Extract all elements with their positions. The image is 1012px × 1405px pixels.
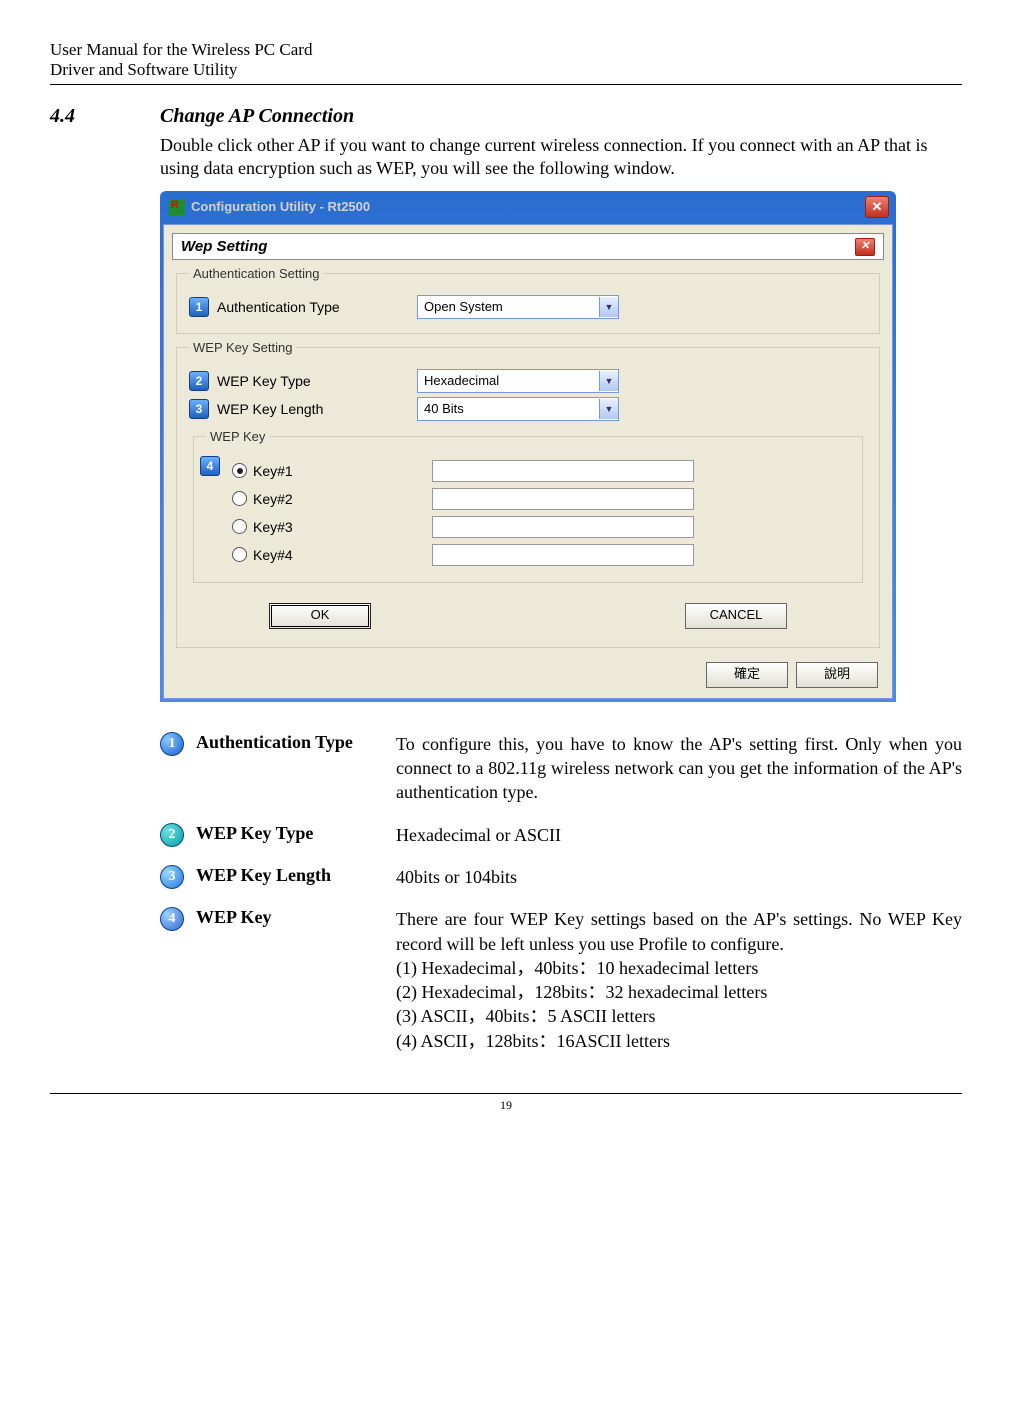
desc-label-4: WEP Key	[196, 907, 396, 1053]
page-number: 19	[50, 1098, 962, 1113]
desc-text-4-main: There are four WEP Key settings based on…	[396, 909, 962, 953]
key4-label: Key#4	[253, 547, 293, 563]
desc-label-2: WEP Key Type	[196, 823, 396, 847]
desc-sub-4-2: (2) Hexadecimal，128bits：32 hexadecimal l…	[396, 980, 962, 1004]
key1-radio[interactable]	[232, 463, 247, 478]
panel-title-bar: ✕ Wep Setting	[172, 233, 884, 260]
key4-radio[interactable]	[232, 547, 247, 562]
wep-key-length-select[interactable]: 40 Bits ▼	[417, 397, 619, 421]
auth-group-legend: Authentication Setting	[189, 266, 323, 281]
wep-key-length-label: WEP Key Length	[217, 401, 417, 417]
desc-text-1: To configure this, you have to know the …	[396, 732, 962, 805]
desc-row-2: 2 WEP Key Type Hexadecimal or ASCII	[160, 823, 962, 847]
auth-setting-group: Authentication Setting 1 Authentication …	[176, 266, 880, 334]
doc-header-subtitle: Driver and Software Utility	[50, 60, 962, 85]
callout-4-icon: 4	[200, 456, 220, 476]
desc-text-4: There are four WEP Key settings based on…	[396, 907, 962, 1053]
wep-key-type-select[interactable]: Hexadecimal ▼	[417, 369, 619, 393]
key2-radio[interactable]	[232, 491, 247, 506]
desc-sub-4-3: (3) ASCII，40bits：5 ASCII letters	[396, 1004, 962, 1028]
section-number: 4.4	[50, 105, 160, 128]
desc-sub-4-4: (4) ASCII，128bits：16ASCII letters	[396, 1029, 962, 1053]
description-table: 1 Authentication Type To configure this,…	[160, 732, 962, 1053]
key3-input[interactable]	[432, 516, 694, 538]
wep-key-legend: WEP Key	[206, 429, 269, 444]
wep-key-type-value: Hexadecimal	[418, 373, 599, 388]
confirm-button[interactable]: 確定	[706, 662, 788, 688]
key4-input[interactable]	[432, 544, 694, 566]
key2-label: Key#2	[253, 491, 293, 507]
wepkey-group-legend: WEP Key Setting	[189, 340, 296, 355]
desc-row-4: 4 WEP Key There are four WEP Key setting…	[160, 907, 962, 1053]
callout-2-icon: 2	[189, 371, 209, 391]
key3-label: Key#3	[253, 519, 293, 535]
desc-row-3: 3 WEP Key Length 40bits or 104bits	[160, 865, 962, 889]
wep-key-type-label: WEP Key Type	[217, 373, 417, 389]
close-icon[interactable]: ✕	[865, 196, 889, 218]
chevron-down-icon[interactable]: ▼	[599, 371, 618, 391]
desc-text-3: 40bits or 104bits	[396, 865, 962, 889]
ok-button[interactable]: OK	[269, 603, 371, 629]
desc-text-2: Hexadecimal or ASCII	[396, 823, 962, 847]
cancel-button[interactable]: CANCEL	[685, 603, 787, 629]
desc-badge-2-icon: 2	[160, 823, 184, 847]
desc-badge-1-icon: 1	[160, 732, 184, 756]
screenshot-dialog: Configuration Utility - Rt2500 ✕ ✕ Wep S…	[160, 191, 962, 702]
desc-badge-3-icon: 3	[160, 865, 184, 889]
wep-key-setting-group: WEP Key Setting 2 WEP Key Type Hexadecim…	[176, 340, 880, 648]
key1-label: Key#1	[253, 463, 293, 479]
footer-rule	[50, 1093, 962, 1094]
desc-label-1: Authentication Type	[196, 732, 396, 805]
panel-close-icon[interactable]: ✕	[855, 238, 875, 256]
desc-row-1: 1 Authentication Type To configure this,…	[160, 732, 962, 805]
panel-title: Wep Setting	[181, 238, 267, 255]
chevron-down-icon[interactable]: ▼	[599, 399, 618, 419]
callout-3-icon: 3	[189, 399, 209, 419]
wep-key-group: WEP Key 4 Key#1 Key#2 Key#3	[193, 429, 863, 583]
desc-badge-4-icon: 4	[160, 907, 184, 931]
doc-header-title: User Manual for the Wireless PC Card	[50, 40, 962, 60]
key3-radio[interactable]	[232, 519, 247, 534]
auth-type-select[interactable]: Open System ▼	[417, 295, 619, 319]
window-title: Configuration Utility - Rt2500	[191, 199, 370, 214]
key1-input[interactable]	[432, 460, 694, 482]
section-title: Change AP Connection	[160, 105, 354, 128]
auth-type-label: Authentication Type	[217, 299, 417, 315]
app-icon	[169, 199, 185, 215]
help-button[interactable]: 說明	[796, 662, 878, 688]
key2-input[interactable]	[432, 488, 694, 510]
auth-type-value: Open System	[418, 299, 599, 314]
section-intro: Double click other AP if you want to cha…	[160, 134, 962, 181]
desc-sub-4-1: (1) Hexadecimal，40bits：10 hexadecimal le…	[396, 956, 962, 980]
wep-key-length-value: 40 Bits	[418, 401, 599, 416]
chevron-down-icon[interactable]: ▼	[599, 297, 618, 317]
callout-1-icon: 1	[189, 297, 209, 317]
desc-label-3: WEP Key Length	[196, 865, 396, 889]
